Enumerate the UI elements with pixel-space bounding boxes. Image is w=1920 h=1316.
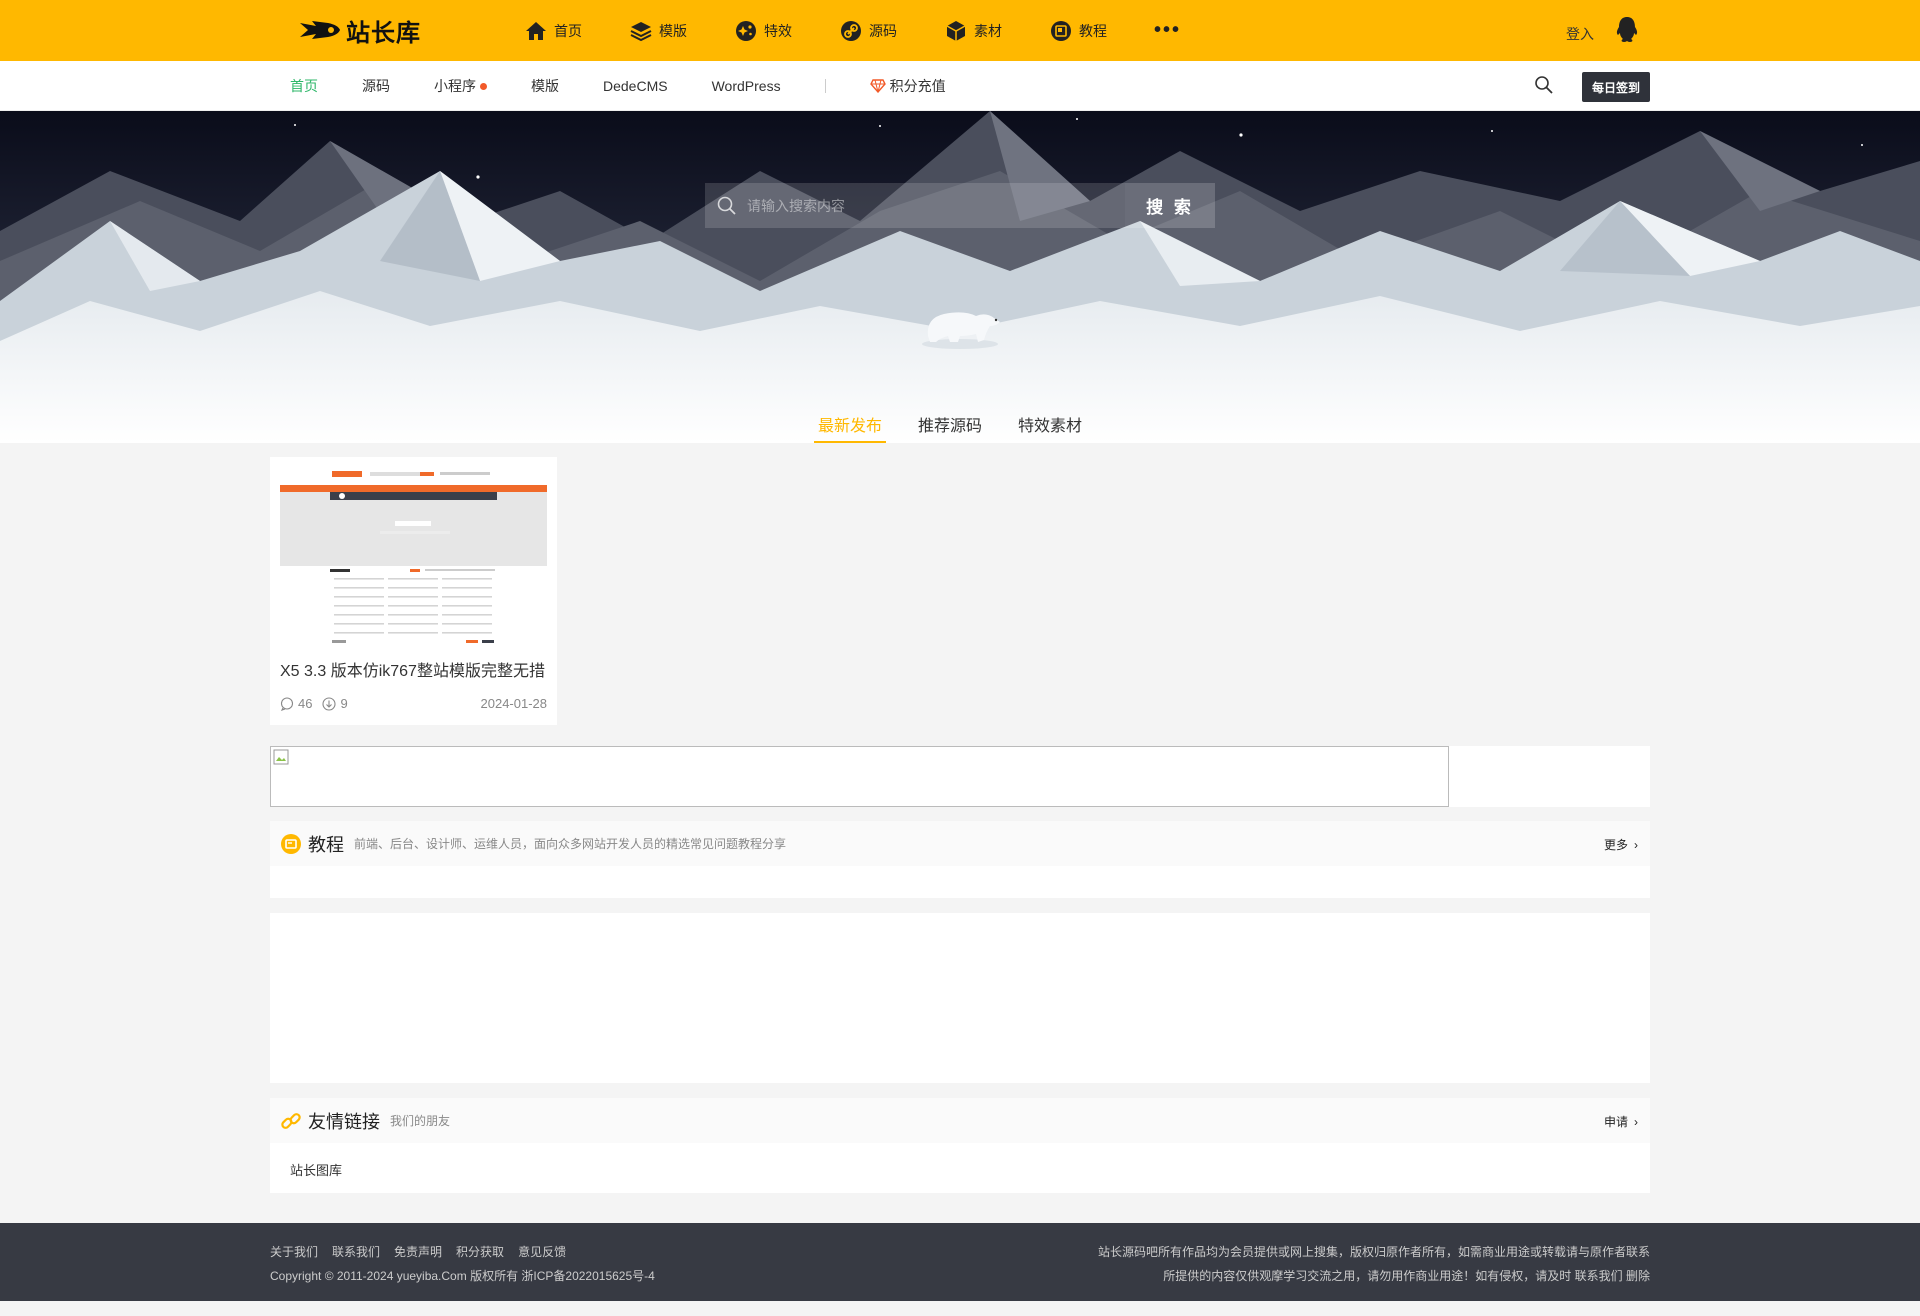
card-meta: 46 9 2024-01-28 <box>280 696 547 711</box>
nav-item-tutorials[interactable]: 教程 <box>1049 19 1107 43</box>
comments-count: 46 <box>298 696 313 711</box>
hero-search-bar: 搜 索 <box>705 183 1215 228</box>
layers-icon <box>629 19 653 43</box>
tutorial-book-icon <box>281 833 301 854</box>
nav-item-label: 素材 <box>974 22 1002 39</box>
chevron-right-icon: › <box>1634 837 1638 852</box>
section-description: 前端、后台、设计师、运维人员，面向众多网站开发人员的精选常见问题教程分享 <box>354 837 787 851</box>
site-logo[interactable]: 站长库 <box>298 14 421 47</box>
logo-text: 站长库 <box>346 19 421 47</box>
box-icon <box>944 19 968 43</box>
broken-image-icon <box>273 749 289 765</box>
downloads-count: 9 <box>340 696 348 711</box>
website-preview-thumbnail <box>280 467 547 647</box>
nav-item-label: 教程 <box>1079 22 1107 39</box>
empty-content-block <box>270 913 1650 1083</box>
tab-effects-materials[interactable]: 特效素材 <box>1018 400 1082 443</box>
top-header: 站长库 首页 模版 特效 源码 素材 教程 ••• 登入 <box>0 0 1920 61</box>
home-icon <box>524 19 548 43</box>
nav-item-label: 模版 <box>659 22 687 39</box>
login-link[interactable]: 登入 <box>1566 24 1594 44</box>
card-title[interactable]: X5 3.3 版本仿ik767整站模版完整无措 <box>280 657 550 681</box>
footer-link-points[interactable]: 积分获取 <box>456 1243 504 1260</box>
footer-contact-link[interactable]: 联系我们 <box>1575 1269 1623 1283</box>
hero-banner: 搜 索 <box>0 111 1920 443</box>
chevron-right-icon: › <box>1634 1114 1638 1129</box>
new-dot-badge <box>480 82 487 90</box>
qq-penguin-icon[interactable] <box>1614 16 1640 44</box>
section-description: 我们的朋友 <box>390 1114 451 1128</box>
subnav-item-templates[interactable]: 模版 <box>531 76 559 96</box>
subnav-item-source[interactable]: 源码 <box>362 76 390 96</box>
nav-item-label: 特效 <box>764 22 792 39</box>
search-field-wrap <box>705 183 1125 228</box>
subnav-item-label: 小程序 <box>434 78 476 94</box>
friend-link-item[interactable]: 站长图库 <box>290 1160 342 1179</box>
card-thumbnail[interactable] <box>280 467 547 647</box>
footer-link-disclaimer[interactable]: 免责声明 <box>394 1243 442 1260</box>
resource-card[interactable]: X5 3.3 版本仿ik767整站模版完整无措 46 9 2024-01-28 <box>270 457 557 725</box>
subnav-item-miniprogram[interactable]: 小程序 <box>434 76 487 96</box>
banner-ad-image[interactable] <box>270 746 1449 807</box>
diamond-icon <box>869 79 886 93</box>
friend-links-section: 友情链接 我们的朋友 申请 › 站长图库 <box>270 1098 1650 1193</box>
subnav-item-dedecms[interactable]: DedeCMS <box>603 78 668 94</box>
daily-signin-button[interactable]: 每日签到 <box>1582 72 1650 102</box>
apply-link[interactable]: 申请 › <box>1604 1113 1638 1130</box>
tutorial-section: 教程 前端、后台、设计师、运维人员，面向众多网站开发人员的精选常见问题教程分享 … <box>270 821 1650 898</box>
tutorial-section-header: 教程 前端、后台、设计师、运维人员，面向众多网站开发人员的精选常见问题教程分享 … <box>270 821 1650 866</box>
nav-item-label: 源码 <box>869 22 897 39</box>
sparkle-icon <box>734 19 758 43</box>
points-recharge-link[interactable]: 积分充值 <box>869 76 946 96</box>
book-icon <box>1049 19 1073 43</box>
hero-search-input[interactable] <box>747 197 1107 214</box>
tab-recommended-source[interactable]: 推荐源码 <box>918 400 982 443</box>
nav-item-effects[interactable]: 特效 <box>734 19 792 43</box>
banner-ad-slot <box>270 746 1650 807</box>
search-icon <box>717 196 736 215</box>
nav-item-label: 首页 <box>554 22 582 39</box>
friend-links-header: 友情链接 我们的朋友 申请 › <box>270 1098 1650 1143</box>
nav-item-templates[interactable]: 模版 <box>629 19 687 43</box>
content-tabs: 最新发布 推荐源码 特效素材 <box>0 400 1920 443</box>
main-nav: 首页 模版 特效 源码 素材 教程 ••• <box>524 0 1181 61</box>
tab-latest[interactable]: 最新发布 <box>813 400 887 443</box>
footer-notice: 站长源码吧所有作品均为会员提供或网上搜集，版权归原作者所有，如需商业用途或转载请… <box>1097 1245 1650 1259</box>
section-title: 友情链接 <box>308 1111 380 1132</box>
footer-link-feedback[interactable]: 意见反馈 <box>518 1243 566 1260</box>
card-date: 2024-01-28 <box>480 696 548 711</box>
chain-link-icon <box>281 1112 301 1129</box>
subnav-item-home[interactable]: 首页 <box>290 76 318 96</box>
more-label: 更多 <box>1603 838 1628 852</box>
footer-delete-link[interactable]: 删除 <box>1626 1269 1650 1283</box>
nav-item-home[interactable]: 首页 <box>524 19 582 43</box>
footer-link-contact[interactable]: 联系我们 <box>332 1243 380 1260</box>
mountain-scene-illustration <box>0 111 1920 443</box>
apply-label: 申请 <box>1603 1115 1628 1129</box>
comments-stat: 46 <box>280 696 312 711</box>
tutorial-more-link[interactable]: 更多 › <box>1604 836 1638 853</box>
subnav-divider <box>824 79 826 93</box>
nav-item-source[interactable]: 源码 <box>839 19 897 43</box>
footer-copyright: Copyright © 2011-2024 yueyiba.Com 版权所有 浙… <box>270 1269 655 1283</box>
downloads-stat: 9 <box>322 696 348 711</box>
link-icon <box>839 19 863 43</box>
footer-notice-text: 所提供的内容仅供观摩学习交流之用，请勿用作商业用途！如有侵权，请及时 <box>1163 1269 1572 1283</box>
footer-link-about[interactable]: 关于我们 <box>270 1243 318 1260</box>
nav-item-materials[interactable]: 素材 <box>944 19 1002 43</box>
footer-notice-2: 所提供的内容仅供观摩学习交流之用，请勿用作商业用途！如有侵权，请及时 联系我们 … <box>1163 1267 1650 1284</box>
more-menu-button[interactable]: ••• <box>1154 19 1181 42</box>
comment-icon <box>280 696 294 711</box>
site-footer: 关于我们 联系我们 免责声明 积分获取 意见反馈 Copyright © 201… <box>0 1223 1920 1301</box>
hero-search-button[interactable]: 搜 索 <box>1125 183 1215 228</box>
section-title: 教程 <box>308 834 344 855</box>
recharge-label: 积分充值 <box>889 78 946 94</box>
sub-nav: 首页 源码 小程序 模版 DedeCMS WordPress 积分充值 <box>290 61 946 111</box>
footer-links: 关于我们 联系我们 免责声明 积分获取 意见反馈 <box>270 1243 580 1260</box>
rocket-icon <box>300 21 340 39</box>
search-icon[interactable] <box>1534 75 1554 95</box>
download-icon <box>322 696 337 711</box>
subnav-item-wordpress[interactable]: WordPress <box>712 78 781 94</box>
